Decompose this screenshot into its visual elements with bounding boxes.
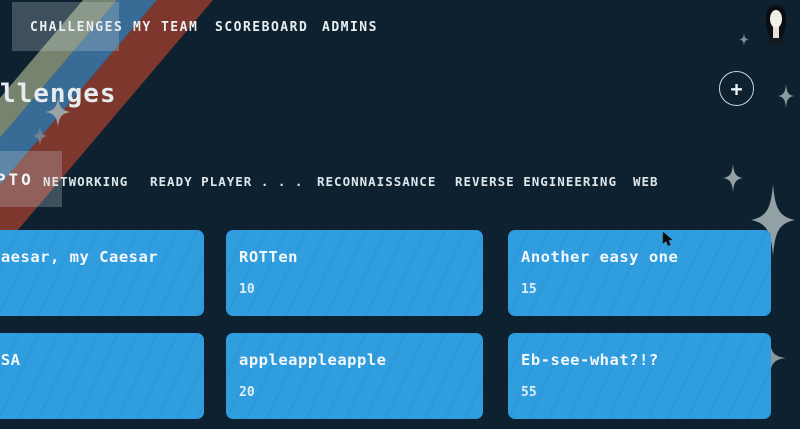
challenges-page: CHALLENGES MY TEAM SCOREBOARD ADMINS Cha… [0,0,800,429]
challenge-card[interactable]: appleappleapple 20 [226,333,483,419]
challenge-card[interactable]: ROTTen 10 [226,230,483,316]
challenge-title: Another easy one [521,248,771,266]
challenge-title: Caesar, my Caesar [0,248,204,266]
add-challenge-button[interactable]: + [719,71,754,106]
challenge-card[interactable]: RSA [0,333,204,419]
sparkle-icon [778,84,794,108]
challenge-points: 15 [521,282,771,297]
plus-icon: + [730,79,742,99]
challenge-title: Eb-see-what?!? [521,351,771,369]
challenge-points: 10 [239,282,483,297]
challenge-points: 55 [521,385,771,400]
challenge-title: ROTTen [239,248,483,266]
nav-item-scoreboard[interactable]: SCOREBOARD [215,20,308,35]
tab-web[interactable]: WEB [633,174,659,189]
page-title: Challenges [0,79,117,109]
sparkle-icon [739,33,749,46]
challenge-title: appleappleapple [239,351,483,369]
challenge-card[interactable]: Caesar, my Caesar [0,230,204,316]
tab-reverse-engineering[interactable]: REVERSE ENGINEERING [455,174,617,189]
tab-ready-player[interactable]: READY PLAYER . . . [150,174,303,189]
tab-crypto[interactable]: CRYPTO [0,170,34,189]
nav-item-challenges[interactable]: CHALLENGES [30,20,123,35]
sparkle-icon [723,164,743,192]
nav-item-my-team[interactable]: MY TEAM [133,20,198,35]
user-avatar[interactable] [761,4,791,47]
sparkle-icon [32,126,48,146]
challenge-card[interactable]: Another easy one 15 [508,230,771,316]
challenge-card[interactable]: Eb-see-what?!? 55 [508,333,771,419]
challenge-title: RSA [0,351,204,369]
challenge-points: 20 [239,385,483,400]
nav-item-admins[interactable]: ADMINS [322,20,378,35]
mouse-cursor-icon [662,232,675,247]
tab-reconnaissance[interactable]: RECONNAISSANCE [317,174,436,189]
tab-networking[interactable]: NETWORKING [43,174,128,189]
